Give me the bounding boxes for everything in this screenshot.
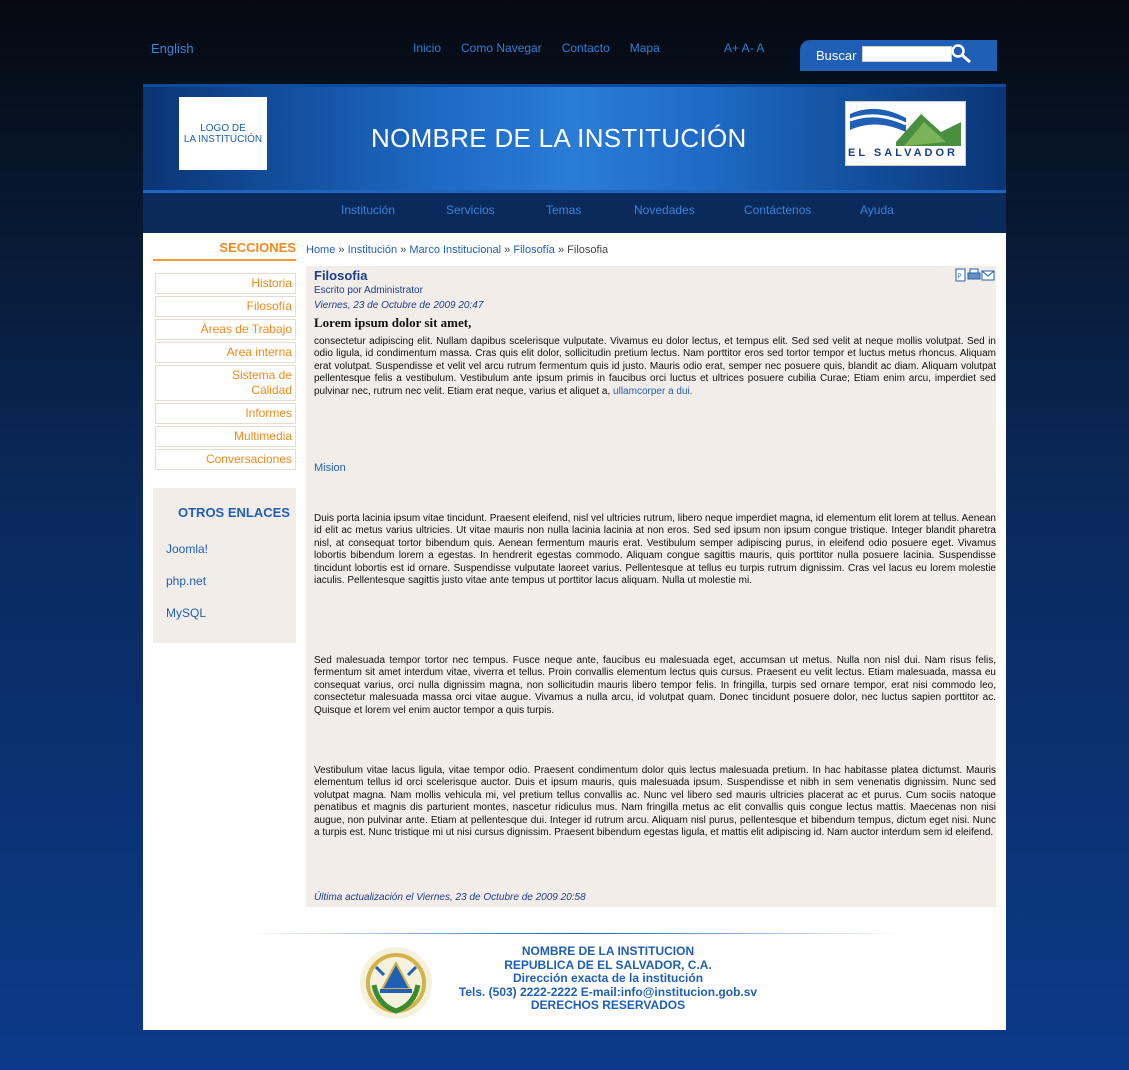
breadcrumb-sep: » [338,244,345,256]
link-mysql[interactable]: MySQL [166,606,206,620]
footer-info: NOMBRE DE LA INSTITUCION REPUBLICA DE EL… [433,944,783,1013]
nav-institucion[interactable]: Institución [341,203,395,217]
top-bar: English Inicio Como Navegar Contacto Mapa A… [0,0,1129,80]
article: Filosofia Escrito por Administrator Vier… [306,266,996,907]
breadcrumb-institucion[interactable]: Institución [348,244,398,256]
ullamcorper-link[interactable]: ullamcorper a dui. [613,386,692,397]
article-paragraph-1: consectetur adipiscing elit. Nullam dapi… [314,336,996,398]
content-area: SECCIONES Historia Filosofía Áreas de Tr… [143,233,1006,1030]
menu-sistema-calidad[interactable]: Sistema de Calidad [155,365,296,401]
article-tools-icons: P [955,268,995,282]
breadcrumb-marco[interactable]: Marco Institucional [409,244,501,256]
menu-conversaciones[interactable]: Conversaciones [155,449,296,470]
menu-filosofia[interactable]: Filosofía [155,296,296,317]
footer-institution: NOMBRE DE LA INSTITUCION [521,944,695,958]
nav-contactenos[interactable]: Contáctenos [744,203,811,217]
breadcrumb-home[interactable]: Home [306,244,335,256]
sections-menu: Historia Filosofía Áreas de Trabajo Area… [155,273,296,472]
nav-servicios[interactable]: Servicios [446,203,495,217]
nav-temas[interactable]: Temas [546,203,581,217]
footer-country: REPUBLICA DE EL SALVADOR, C.A. [504,957,712,972]
article-date: Viernes, 23 de Octubre de 2009 20:47 [314,300,484,311]
header-banner: LOGO DE LA INSTITUCIÓN NOMBRE DE LA INST… [143,84,1006,196]
svg-text:P: P [958,274,962,280]
breadcrumb-sep: » [504,244,511,256]
mision-link[interactable]: Mision [314,462,346,474]
footer-contact: Tels. (503) 2222-2222 E-mail:info@instit… [458,984,758,999]
pdf-icon[interactable]: P [955,268,966,282]
other-links-heading: OTROS ENLACES [178,505,290,520]
institution-logo: LOGO DE LA INSTITUCIÓN [179,97,267,170]
flag-graphic [849,108,961,146]
search-box: Buscar [800,40,997,71]
menu-historia[interactable]: Historia [155,273,296,294]
breadcrumb-filosofia[interactable]: Filosofía [513,244,555,256]
other-links-box: OTROS ENLACES Joomla! php.net MySQL [153,488,296,643]
language-link[interactable]: English [151,41,194,56]
footer-rights: DERECHOS RESERVADOS [530,998,686,1012]
institution-name: NOMBRE DE LA INSTITUCIÓN [371,123,747,153]
top-nav-inicio[interactable]: Inicio [413,41,441,55]
top-nav-mapa[interactable]: Mapa [630,41,660,55]
nav-novedades[interactable]: Novedades [634,203,695,217]
top-nav-como-navegar[interactable]: Como Navegar [461,41,542,55]
link-joomla[interactable]: Joomla! [166,542,208,556]
link-php[interactable]: php.net [166,574,206,588]
footer-address: Dirección exacta de la institución [512,971,704,985]
article-tools: P [955,268,995,287]
menu-area-interna[interactable]: Area interna [155,342,296,363]
menu-informes[interactable]: Informes [155,403,296,424]
article-lead: Lorem ipsum dolor sit amet, [314,315,472,330]
breadcrumb-current: Filosofia [567,244,609,256]
article-paragraph-4: Vestibulum vitae lacus ligula, vitae tem… [314,765,996,839]
breadcrumb: Home » Institución » Marco Institucional… [306,244,608,256]
search-input[interactable] [862,46,952,62]
last-updated: Última actualización el Viernes, 23 de O… [314,892,586,903]
article-paragraph-3: Sed malesuada tempor tortor nec tempus. … [314,655,996,716]
breadcrumb-sep: » [557,244,565,256]
menu-multimedia[interactable]: Multimedia [155,426,296,447]
menu-areas-trabajo[interactable]: Áreas de Trabajo [155,319,296,340]
search-icon[interactable] [950,43,972,65]
el-salvador-logo: EL SALVADOR [845,101,966,166]
breadcrumb-sep: » [400,244,407,256]
email-icon[interactable] [981,270,995,281]
top-nav-contacto[interactable]: Contacto [562,41,610,55]
article-paragraph-2: Duis porta lacinia ipsum vitae tincidunt… [314,513,996,587]
main-nav: Institución Servicios Temas Novedades Co… [143,193,1006,233]
print-icon[interactable] [967,268,981,280]
top-nav: Inicio Como Navegar Contacto Mapa [413,41,680,55]
article-author: Escrito por Administrator [314,285,423,296]
search-label: Buscar [816,48,857,63]
font-size-controls[interactable]: A+ A- A [724,41,764,55]
logo-text: LOGO DE LA INSTITUCIÓN [183,122,263,145]
el-salvador-text: EL SALVADOR [848,147,959,159]
nav-ayuda[interactable]: Ayuda [860,203,894,217]
footer-divider [248,933,901,934]
article-title: Filosofia [314,268,368,283]
coat-of-arms-icon [360,947,432,1019]
sections-heading: SECCIONES [153,240,296,261]
